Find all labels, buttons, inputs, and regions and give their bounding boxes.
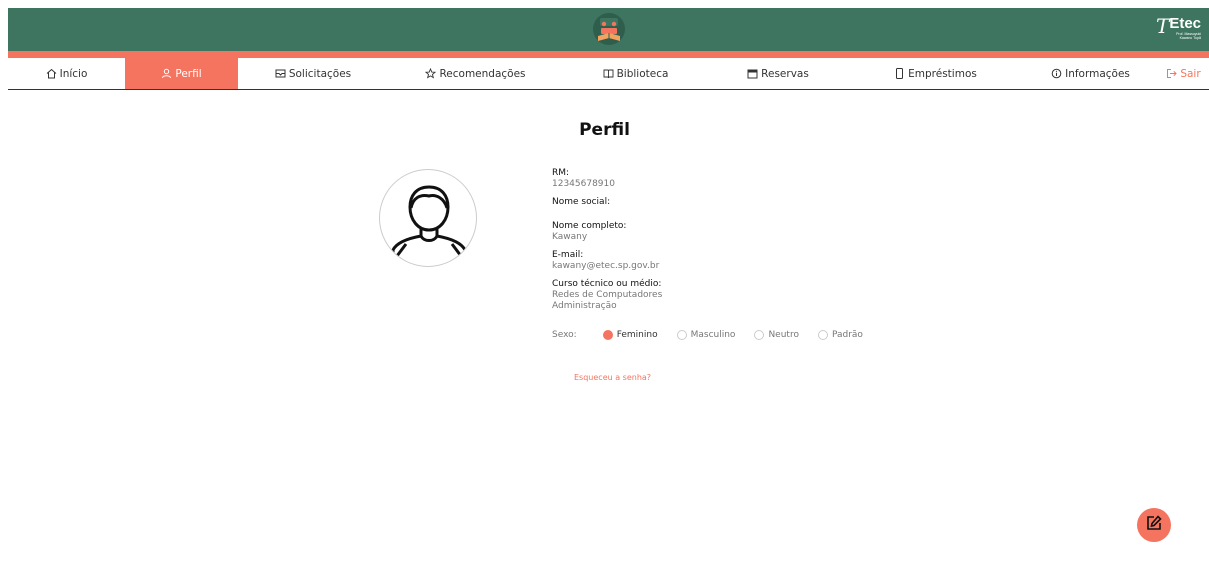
course-value: Redes de Computadores [552, 290, 663, 300]
profile-fields: RM: 12345678910 Nome social: Nome comple… [552, 168, 952, 312]
radio-button[interactable] [602, 330, 613, 340]
brand-mark: T [1155, 14, 1170, 38]
user-icon [161, 68, 172, 79]
brand-sub-2: Kawano Tupã [1179, 36, 1201, 40]
full-name-value: Kawany [552, 232, 588, 242]
page-title: Perfil [579, 120, 630, 140]
nav-label: Sair [1180, 67, 1201, 80]
email-label: E-mail: [552, 250, 584, 260]
nav-emprestimos[interactable]: Empréstimos [848, 58, 1023, 89]
sex-label: Sexo: [552, 330, 577, 340]
nav-label: Empréstimos [908, 67, 977, 80]
radio-label: Masculino [690, 330, 736, 340]
sex-radio-group: Sexo: Feminino Masculino Neutro Padrão [552, 330, 882, 340]
sex-option-padrao[interactable]: Padrão [817, 330, 863, 340]
sex-option-neutro[interactable]: Neutro [754, 330, 799, 340]
nav-perfil[interactable]: Perfil [125, 58, 238, 89]
nav-label: Informações [1065, 67, 1130, 80]
sex-option-feminino[interactable]: Feminino [602, 330, 658, 340]
course-value: Administração [552, 301, 617, 311]
nav-reservas[interactable]: Reservas [708, 58, 848, 89]
radio-label: Neutro [768, 330, 799, 340]
rm-label: RM: [552, 168, 570, 178]
nav-recomendacoes[interactable]: Recomendações [388, 58, 563, 89]
edit-icon [1145, 514, 1163, 536]
full-name-label: Nome completo: [552, 221, 627, 231]
nav-label: Solicitações [288, 67, 352, 80]
radio-label: Padrão [831, 330, 863, 340]
top-header: T Etec Prof. Massuyuki Kawano Tupã [8, 8, 1209, 51]
nav-label: Perfil [175, 67, 202, 80]
library-logo-icon[interactable] [592, 12, 626, 46]
radio-button[interactable] [754, 330, 765, 340]
accent-strip [8, 51, 1209, 58]
nav-sair[interactable]: Sair [1158, 58, 1209, 89]
edit-profile-button[interactable] [1137, 508, 1171, 542]
rm-value: 12345678910 [552, 179, 615, 189]
star-icon [425, 68, 437, 79]
nav-inicio[interactable]: Início [8, 58, 125, 89]
nav-solicitacoes[interactable]: Solicitações [238, 58, 388, 89]
book-icon [603, 68, 614, 79]
home-icon [46, 68, 57, 79]
logout-icon [1166, 68, 1178, 79]
user-avatar-icon[interactable] [379, 169, 477, 267]
radio-button[interactable] [817, 330, 828, 340]
nav-label: Reservas [761, 67, 809, 80]
nav-label: Início [59, 67, 88, 80]
nav-biblioteca[interactable]: Biblioteca [563, 58, 708, 89]
main-nav: Início Perfil Solicitações Recomendações… [8, 58, 1209, 90]
etec-brand-logo: T Etec Prof. Massuyuki Kawano Tupã [1155, 14, 1201, 41]
nav-label: Recomendações [439, 67, 526, 80]
info-icon [1051, 68, 1062, 79]
inbox-icon [275, 68, 286, 79]
social-name-label: Nome social: [552, 197, 611, 207]
nav-informacoes[interactable]: Informações [1023, 58, 1158, 89]
course-label: Curso técnico ou médio: [552, 279, 662, 289]
phone-icon [894, 68, 905, 79]
nav-label: Biblioteca [616, 67, 669, 80]
forgot-password-link[interactable]: Esqueceu a senha? [574, 373, 651, 382]
radio-button[interactable] [676, 330, 687, 340]
radio-label: Feminino [616, 330, 658, 340]
sex-option-masculino[interactable]: Masculino [676, 330, 736, 340]
email-value: kawany@etec.sp.gov.br [552, 261, 660, 271]
brand-name: Etec [1169, 15, 1201, 32]
calendar-icon [747, 68, 758, 79]
